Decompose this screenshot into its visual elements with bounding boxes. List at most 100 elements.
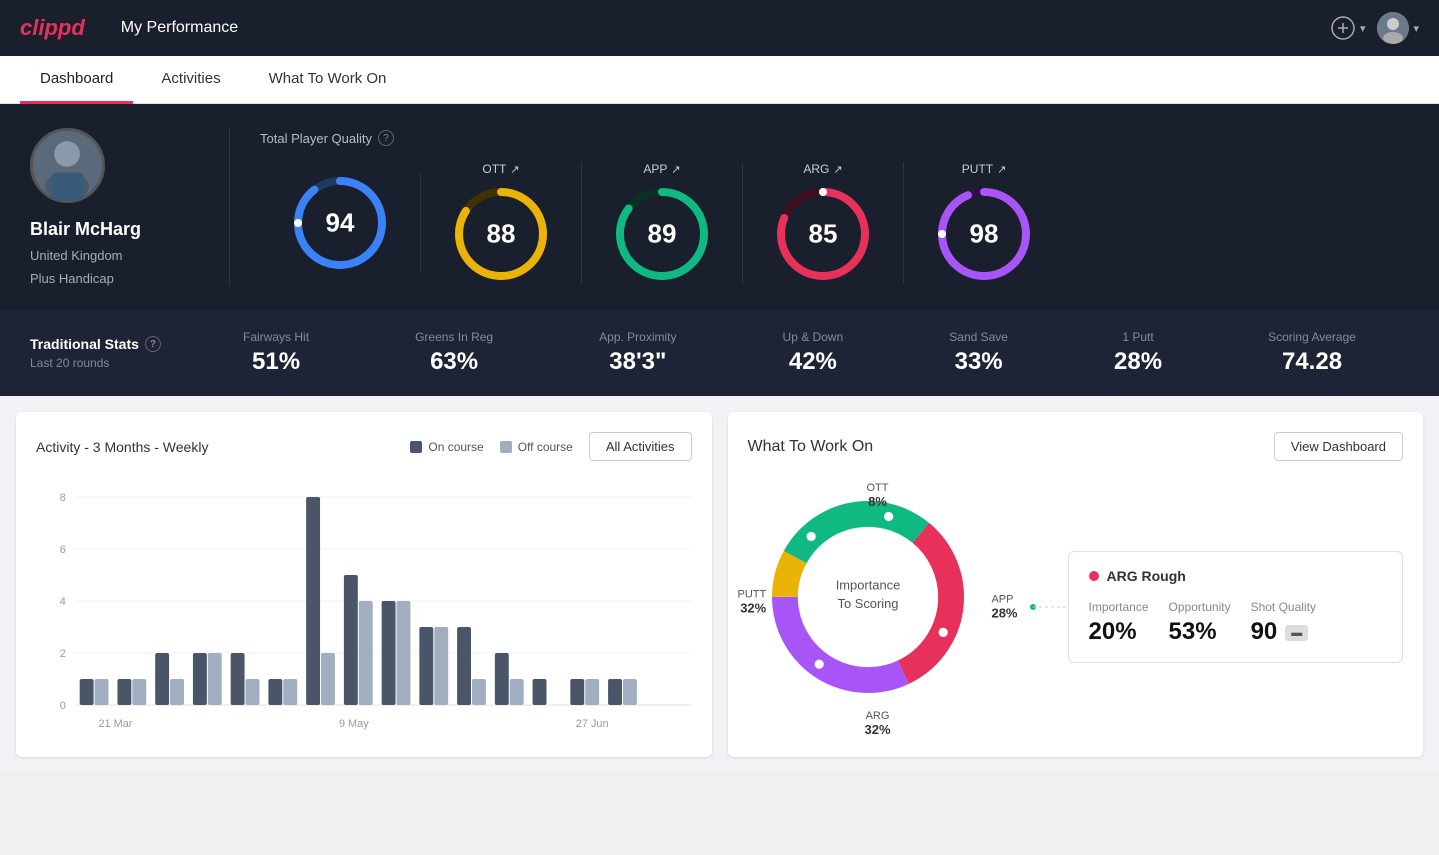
svg-text:2: 2 (60, 648, 66, 660)
ott-trend-icon: ↗ (510, 163, 519, 176)
svg-text:9 May: 9 May (339, 718, 369, 730)
connector-line (1028, 567, 1068, 647)
arg-section: ARG Rough Importance 20% Opportunity 53%… (1028, 551, 1404, 663)
stat-scoring-avg: Scoring Average 74.28 (1268, 330, 1356, 376)
arg-card-title: ARG Rough (1089, 568, 1383, 584)
quality-header: Total Player Quality ? (260, 130, 1409, 146)
all-activities-button[interactable]: All Activities (589, 432, 692, 461)
trad-stats-help-icon[interactable]: ? (145, 336, 161, 352)
svg-text:21 Mar: 21 Mar (98, 718, 132, 730)
work-on-title: What To Work On (748, 438, 874, 456)
score-putt: PUTT ↗ 98 (904, 162, 1064, 284)
arg-stat-opportunity: Opportunity 53% (1169, 600, 1231, 646)
header: clippd My Performance ▾ ▾ (0, 0, 1439, 56)
player-info: Blair McHarg United Kingdom Plus Handica… (30, 128, 230, 286)
arg-stat-importance: Importance 20% (1089, 600, 1149, 646)
circle-ott: 88 (451, 184, 551, 284)
score-ott: OTT ↗ 88 (421, 162, 582, 284)
stat-label-scoring: Scoring Average (1268, 330, 1356, 344)
stat-label-proximity: App. Proximity (599, 330, 676, 344)
stat-value-1putt: 28% (1114, 348, 1162, 376)
stat-value-greens: 63% (430, 348, 478, 376)
tab-activities[interactable]: Activities (141, 56, 240, 104)
what-to-work-on-card: What To Work On View Dashboard (728, 412, 1424, 757)
svg-text:27 Jun: 27 Jun (576, 718, 609, 730)
arg-card: ARG Rough Importance 20% Opportunity 53%… (1068, 551, 1404, 663)
stat-value-sand: 33% (955, 348, 1003, 376)
on-course-dot (410, 441, 422, 453)
bar-chart: 8 6 4 2 0 (36, 477, 692, 737)
chart-title: Activity - 3 Months - Weekly (36, 439, 208, 455)
donut-label-putt: PUTT 32% (738, 588, 767, 615)
stat-value-scoring: 74.28 (1282, 348, 1342, 376)
svg-text:Importance: Importance (835, 578, 900, 593)
player-handicap: Plus Handicap (30, 271, 114, 286)
stat-value-fairways: 51% (252, 348, 300, 376)
header-left: clippd My Performance (20, 15, 238, 41)
trad-stats-label: Traditional Stats ? Last 20 rounds (30, 336, 190, 370)
traditional-stats: Traditional Stats ? Last 20 rounds Fairw… (0, 310, 1439, 396)
trad-stats-title: Traditional Stats ? (30, 336, 190, 352)
work-on-header: What To Work On View Dashboard (748, 432, 1404, 461)
avatar-button[interactable]: ▾ (1377, 12, 1419, 44)
arg-stat-shot-quality: Shot Quality 90 ▬ (1251, 600, 1316, 646)
stat-fairways-hit: Fairways Hit 51% (243, 330, 309, 376)
shot-quality-badge: ▬ (1285, 625, 1308, 641)
avatar (1377, 12, 1409, 44)
main-content: Activity - 3 Months - Weekly On course O… (0, 396, 1439, 773)
circle-total: 94 (290, 173, 390, 273)
score-app: APP ↗ 89 (582, 162, 743, 284)
legend-off-course: Off course (500, 440, 573, 454)
app-trend-icon: ↗ (671, 163, 680, 176)
stat-label-sand: Sand Save (949, 330, 1008, 344)
trad-stats-subtitle: Last 20 rounds (30, 356, 190, 370)
stat-value-updown: 42% (789, 348, 837, 376)
svg-text:To Scoring: To Scoring (837, 596, 898, 611)
stat-label-fairways: Fairways Hit (243, 330, 309, 344)
donut-label-ott: OTT 8% (867, 482, 889, 509)
donut-label-app: APP 28% (991, 594, 1017, 621)
score-label-app: APP ↗ (643, 162, 680, 176)
stat-label-1putt: 1 Putt (1122, 330, 1153, 344)
chart-legend: On course Off course (410, 440, 573, 454)
arg-stat-label-shot-quality: Shot Quality (1251, 600, 1316, 614)
circle-putt: 98 (934, 184, 1034, 284)
stat-greens-in-reg: Greens In Reg 63% (415, 330, 493, 376)
stat-1-putt: 1 Putt 28% (1114, 330, 1162, 376)
nav-tabs: Dashboard Activities What To Work On (0, 56, 1439, 104)
activity-chart-card: Activity - 3 Months - Weekly On course O… (16, 412, 712, 757)
header-title: My Performance (121, 19, 238, 37)
tab-what-to-work-on[interactable]: What To Work On (249, 56, 407, 104)
arg-stats: Importance 20% Opportunity 53% Shot Qual… (1089, 600, 1383, 646)
tab-dashboard[interactable]: Dashboard (20, 56, 133, 104)
add-button[interactable]: ▾ (1330, 15, 1366, 41)
player-banner: Blair McHarg United Kingdom Plus Handica… (0, 104, 1439, 310)
score-arg: ARG ↗ 85 (743, 162, 904, 284)
view-dashboard-button[interactable]: View Dashboard (1274, 432, 1403, 461)
score-value-ott: 88 (487, 219, 516, 250)
player-avatar (30, 128, 105, 203)
stat-value-proximity: 38'3" (609, 348, 666, 376)
player-name: Blair McHarg (30, 219, 141, 240)
score-value-arg: 85 (809, 219, 838, 250)
donut-label-arg: ARG 32% (864, 710, 890, 737)
stat-up-down: Up & Down 42% (783, 330, 844, 376)
logo[interactable]: clippd (20, 15, 85, 41)
putt-trend-icon: ↗ (997, 163, 1006, 176)
quality-scores: 94 OTT ↗ 88 AP (260, 162, 1409, 284)
trad-stats-grid: Fairways Hit 51% Greens In Reg 63% App. … (190, 330, 1409, 376)
score-value-app: 89 (648, 219, 677, 250)
arg-stat-label-importance: Importance (1089, 600, 1149, 614)
quality-help-icon[interactable]: ? (378, 130, 394, 146)
stat-sand-save: Sand Save 33% (949, 330, 1008, 376)
svg-text:4: 4 (60, 596, 66, 608)
score-value-total: 94 (326, 208, 355, 239)
score-label-arg: ARG ↗ (803, 162, 842, 176)
stat-label-updown: Up & Down (783, 330, 844, 344)
svg-text:0: 0 (60, 700, 66, 712)
stat-label-greens: Greens In Reg (415, 330, 493, 344)
chart-header: Activity - 3 Months - Weekly On course O… (36, 432, 692, 461)
arg-stat-value-shot-quality: 90 (1251, 618, 1278, 646)
player-country: United Kingdom (30, 248, 123, 263)
arg-stat-value-importance: 20% (1089, 618, 1149, 646)
